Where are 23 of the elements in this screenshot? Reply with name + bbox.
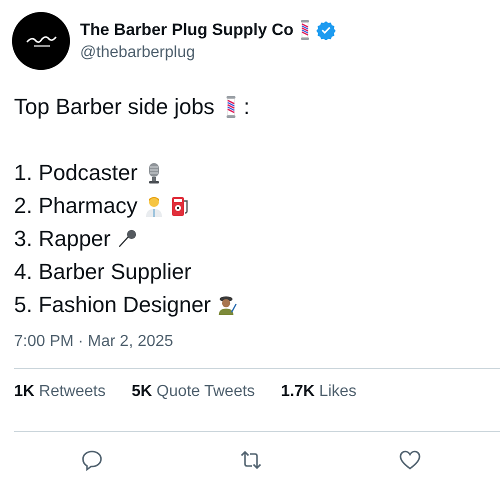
tweet-headline: Top Barber side jobs xyxy=(14,93,215,121)
engagement-stat[interactable]: 1K Retweets xyxy=(14,383,106,414)
avatar-logo[interactable] xyxy=(12,12,70,70)
reply-icon[interactable] xyxy=(80,448,104,472)
artist-icon xyxy=(216,294,237,316)
verified-badge-icon xyxy=(316,20,336,40)
list-item-text: 2. Pharmacy xyxy=(14,192,138,220)
tweet-timestamp[interactable]: 7:00 PM · Mar 2, 2025 xyxy=(14,333,500,351)
barber-pole-icon xyxy=(298,20,311,40)
list-item-text: 5. Fashion Designer xyxy=(14,291,211,319)
account-handle[interactable]: @thebarberplug xyxy=(80,44,336,62)
colon: : xyxy=(244,93,250,121)
like-icon[interactable] xyxy=(398,448,422,472)
account-name[interactable]: The Barber Plug Supply Co xyxy=(80,20,294,40)
fuel-pump-icon xyxy=(170,194,190,216)
list-item-text: 1. Podcaster xyxy=(14,159,138,187)
engagement-stat[interactable]: 1.7K Likes xyxy=(280,383,357,414)
doctor-icon xyxy=(144,194,164,216)
microphone-icon xyxy=(116,228,137,250)
list-item-text: 3. Rapper xyxy=(14,225,111,253)
retweet-icon[interactable] xyxy=(239,448,263,472)
engagement-stat[interactable]: 5K Quote Tweets xyxy=(132,383,255,414)
list-item-text: 4. Barber Supplier xyxy=(14,258,192,286)
